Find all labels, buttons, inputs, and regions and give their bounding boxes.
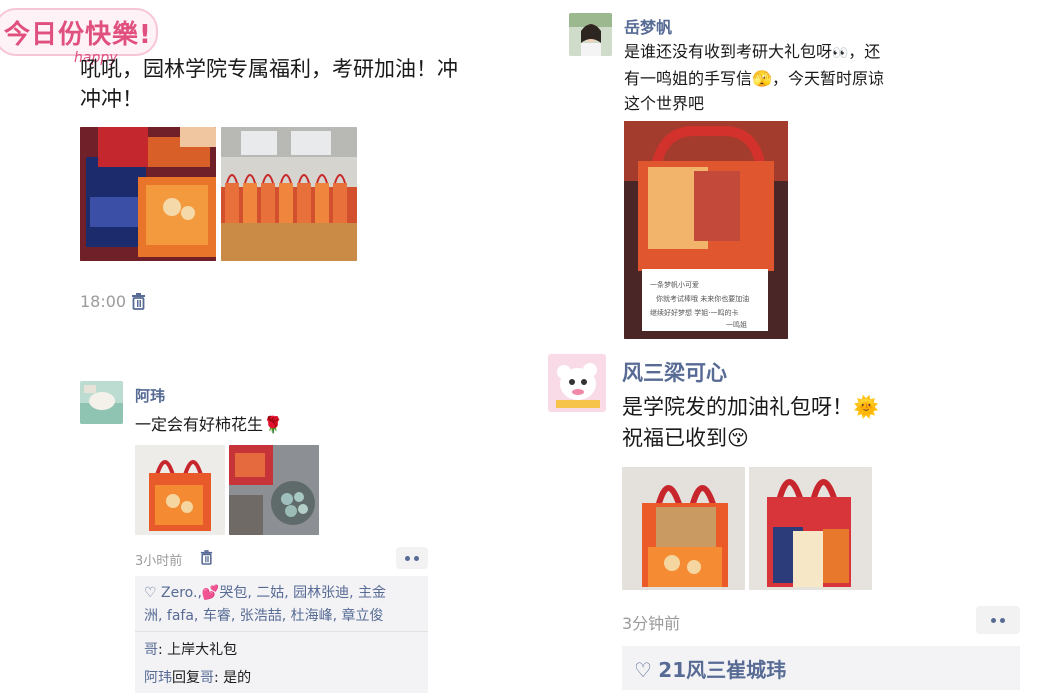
post2-likes-line1: ♡ Zero.,💕哭包, 二姑, 园林张迪, 主金 xyxy=(144,582,424,605)
post2-timestamp: 3小时前 xyxy=(135,554,183,569)
post4-text-line1-body: 是学院发的加油礼包呀！ xyxy=(622,395,853,419)
heart-icon: ♡ xyxy=(634,658,652,682)
post3-text-line1-body: 是谁还没有收到考研大礼包呀 xyxy=(624,42,833,61)
post4-timestamp: 3分钟前 xyxy=(622,614,681,633)
post4-text-line1: 是学院发的加油礼包呀！🌞 xyxy=(622,392,879,423)
note-line2: 你就考试棒哦 未来你也要加油 xyxy=(656,294,749,303)
post4-text: 是学院发的加油礼包呀！🌞 祝福已收到😚 xyxy=(622,392,879,454)
post3-text-line2: 有一鸣姐的手写信🫣，今天暂时原谅 xyxy=(624,66,954,91)
post4-likes[interactable]: ♡ 21风三崔城玮 xyxy=(634,654,786,683)
post3-text-line2-end: ，今天暂时原谅 xyxy=(771,69,884,88)
more-dot xyxy=(405,555,410,561)
like-names-rest[interactable]: 哭包, 二姑, 园林张迪, 主金 xyxy=(219,585,386,601)
post1-delete-icon[interactable] xyxy=(131,293,146,310)
sun-emoji: 🌞 xyxy=(853,395,880,419)
post1-photo-gift-boxes[interactable] xyxy=(80,127,216,261)
post3-text-line2-body: 有一鸣姐的手写信 xyxy=(624,69,753,88)
post1-text-line1: 吼吼，园林学院专属福利，考研加油！冲 xyxy=(80,57,458,81)
more-dot xyxy=(1000,617,1005,623)
post2-author-name[interactable]: 阿玮 xyxy=(135,385,165,406)
post2-comment1[interactable]: 哥: 上岸大礼包 xyxy=(144,639,237,659)
post2-text-body: 一定会有好柿花生 xyxy=(135,415,264,434)
post4-avatar[interactable] xyxy=(548,354,606,412)
hearts-emoji: 💕 xyxy=(201,585,220,601)
comment2-reply-word: 回复 xyxy=(172,670,200,686)
comment2-text: : 是的 xyxy=(214,670,252,686)
post4-text-line2-body: 祝福已收到 xyxy=(622,426,727,450)
peek-emoji: 🫣 xyxy=(752,69,772,88)
post3-text-line3: 这个世界吧 xyxy=(624,94,705,113)
post3-text-line1: 是谁还没有收到考研大礼包呀👀，还 xyxy=(624,39,954,66)
kiss-emoji: 😚 xyxy=(727,426,749,450)
comment2-target[interactable]: 哥 xyxy=(200,670,214,686)
eyes-emoji: 👀 xyxy=(832,46,849,61)
post4-author-name[interactable]: 风三梁可心 xyxy=(622,357,727,387)
post2-delete-icon[interactable] xyxy=(200,550,213,565)
like-name[interactable]: Zero., xyxy=(161,585,202,601)
post3-author-name[interactable]: 岳梦帆 xyxy=(624,14,672,38)
post3-photo-gift-and-letter[interactable]: 一条梦帆小可爱 你就考试棒哦 未来你也要加油 继续好好梦想 学姐·一鸣的卡 一鸣… xyxy=(624,121,788,339)
more-dot xyxy=(414,555,419,561)
post2-photo-gift-bag[interactable] xyxy=(135,445,225,535)
post2-likes-divider xyxy=(135,631,428,632)
post1-text-line2: 冲冲！ xyxy=(80,87,143,111)
post4-text-line2: 祝福已收到😚 xyxy=(622,423,879,454)
post4-photo-gift-bag[interactable] xyxy=(622,467,745,590)
sticker-text: 今日份快樂! xyxy=(4,20,152,50)
post3-text-line1-end: ，还 xyxy=(848,42,881,61)
note-line1: 一条梦帆小可爱 xyxy=(650,280,699,289)
comment1-text: : 上岸大礼包 xyxy=(158,642,238,658)
post2-likes-line2[interactable]: 洲, fafa, 车睿, 张浩喆, 杜海峰, 章立俊 xyxy=(144,605,424,628)
post4-more-button[interactable] xyxy=(976,606,1020,634)
post3-avatar[interactable] xyxy=(569,13,612,56)
post4-like-names[interactable]: 21风三崔城玮 xyxy=(658,658,786,682)
note-line4: 一鸣姐 xyxy=(726,320,747,329)
post1-timestamp: 18:00 xyxy=(80,292,127,311)
post1-photo-gift-rows[interactable] xyxy=(221,127,357,261)
rose-emoji: 🌹 xyxy=(263,415,283,434)
post2-comment2[interactable]: 阿玮回复哥: 是的 xyxy=(144,667,251,687)
post2-more-button[interactable] xyxy=(396,547,428,569)
more-dot xyxy=(991,617,996,623)
post2-photo-plants[interactable] xyxy=(229,445,319,535)
post2-avatar[interactable] xyxy=(80,381,123,424)
heart-icon: ♡ xyxy=(144,585,157,601)
post4-photo-gift-boxes[interactable] xyxy=(749,467,872,590)
post3-text: 是谁还没有收到考研大礼包呀👀，还 有一鸣姐的手写信🫣，今天暂时原谅 这个世界吧 xyxy=(624,39,954,116)
post1-text: 吼吼，园林学院专属福利，考研加油！冲 冲冲！ xyxy=(80,54,458,114)
note-line3: 继续好好梦想 学姐·一鸣的卡 xyxy=(650,308,738,317)
comment1-author[interactable]: 哥 xyxy=(144,642,158,658)
post2-text: 一定会有好柿花生🌹 xyxy=(135,411,283,435)
comment2-author[interactable]: 阿玮 xyxy=(144,670,172,686)
post2-likes: ♡ Zero.,💕哭包, 二姑, 园林张迪, 主金 洲, fafa, 车睿, 张… xyxy=(144,582,424,628)
